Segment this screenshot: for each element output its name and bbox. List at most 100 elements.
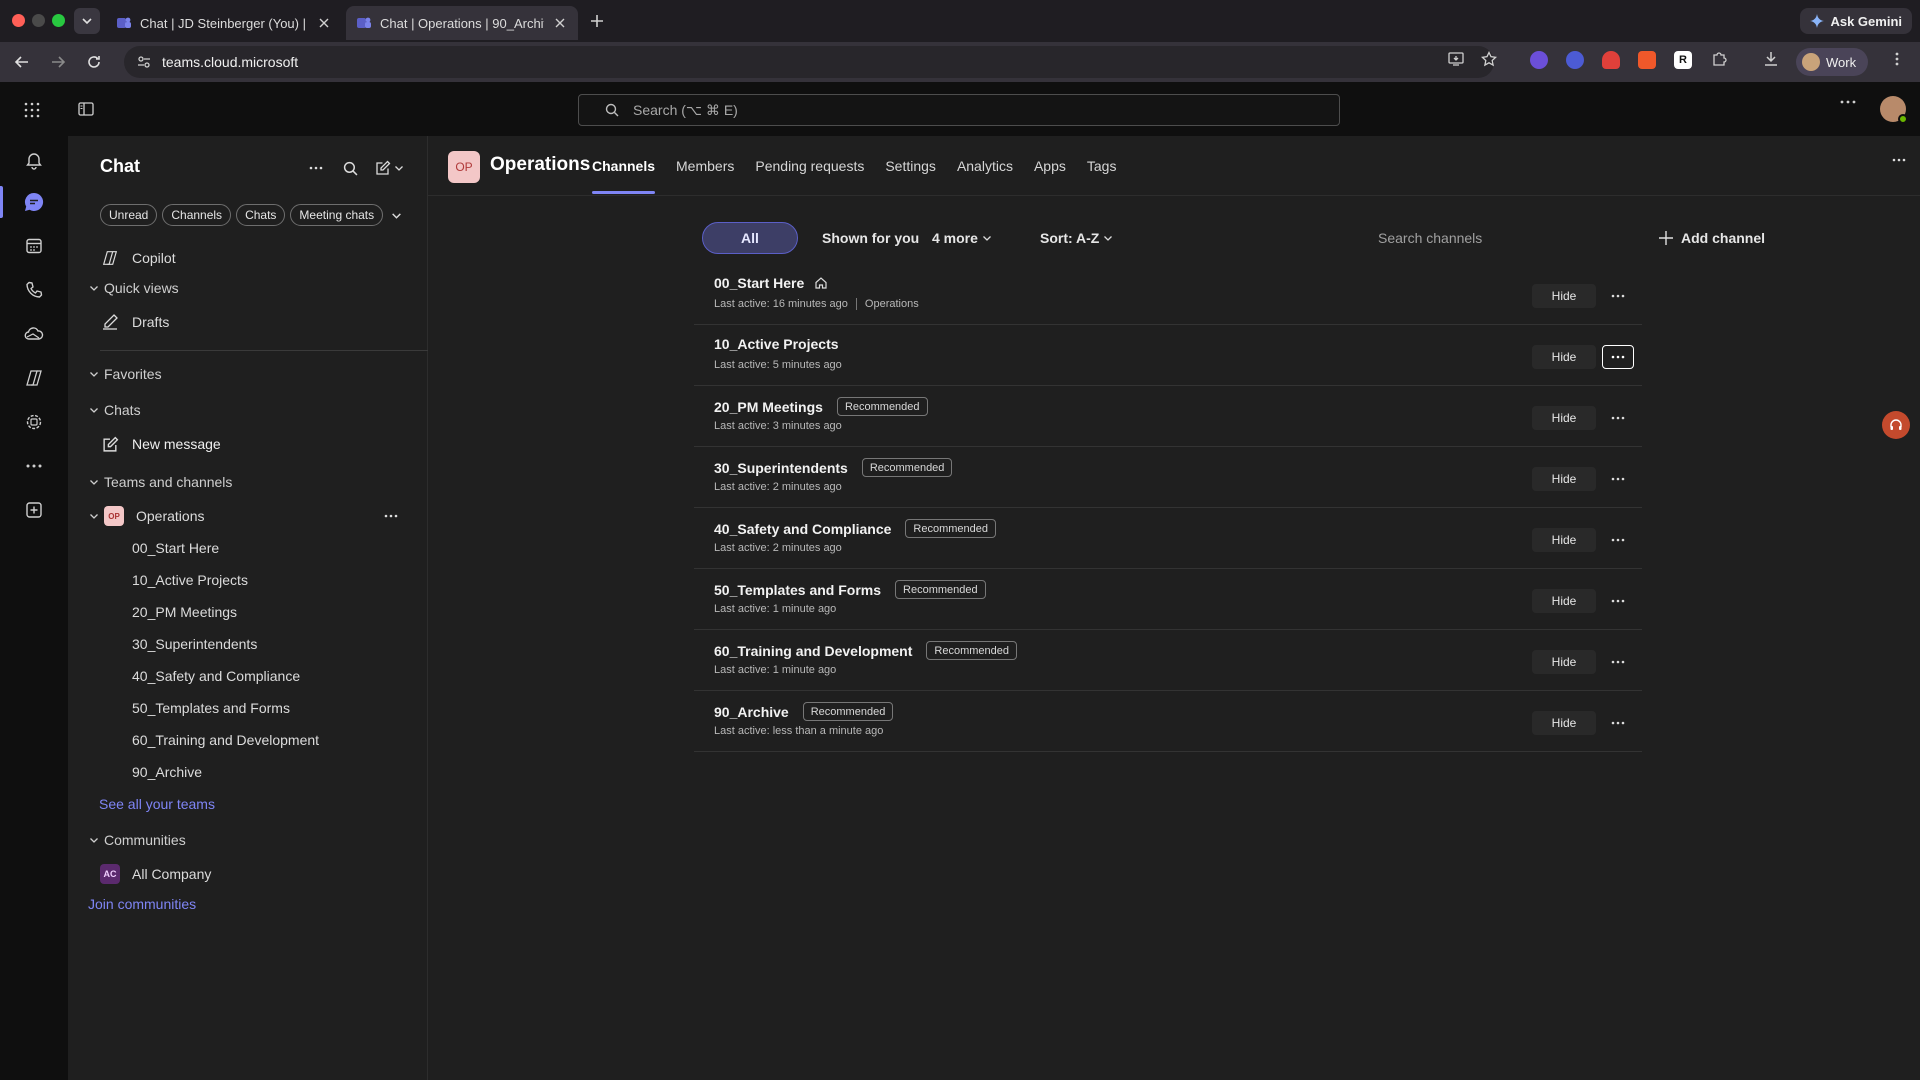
toggle-sidebar-button[interactable] (78, 102, 94, 116)
maximize-window-button[interactable] (52, 14, 65, 27)
sort-dropdown[interactable]: Sort: A-Z (1040, 222, 1113, 254)
tab-apps[interactable]: Apps (1034, 136, 1066, 196)
channel-row-60-training-and-development[interactable]: 60_Training and Development Recommended … (694, 630, 1642, 691)
downloads-button[interactable] (1762, 50, 1780, 68)
section-communities[interactable]: Communities (68, 826, 428, 854)
hide-channel-button[interactable]: Hide (1532, 528, 1596, 552)
forward-button[interactable] (48, 52, 68, 72)
channel-row-30-superintendents[interactable]: 30_Superintendents Recommended Last acti… (694, 447, 1642, 508)
app-launcher-button[interactable] (24, 102, 40, 118)
rail-calls[interactable] (20, 276, 48, 304)
filter-all-button[interactable]: All (702, 222, 798, 254)
channel-item-90-archive[interactable]: 90_Archive (68, 758, 428, 786)
channel-item-40-safety-and-compliance[interactable]: 40_Safety and Compliance (68, 662, 428, 690)
channel-item-60-training-and-development[interactable]: 60_Training and Development (68, 726, 428, 754)
channel-more-button[interactable] (1602, 650, 1634, 674)
tab-analytics[interactable]: Analytics (957, 136, 1013, 196)
community-item-all-company[interactable]: AC All Company (68, 860, 428, 888)
tab-settings[interactable]: Settings (885, 136, 936, 196)
hide-channel-button[interactable]: Hide (1532, 284, 1596, 308)
rail-more[interactable] (20, 452, 48, 480)
extension-1-icon[interactable] (1530, 51, 1548, 69)
tab-tags[interactable]: Tags (1087, 136, 1117, 196)
browser-tab-1[interactable]: Chat | JD Steinberger (You) | M (106, 6, 342, 40)
rail-add-apps[interactable] (20, 496, 48, 524)
ask-gemini-button[interactable]: Ask Gemini (1800, 8, 1912, 34)
reload-button[interactable] (84, 52, 104, 72)
channel-row-50-templates-and-forms[interactable]: 50_Templates and Forms Recommended Last … (694, 569, 1642, 630)
back-button[interactable] (12, 52, 32, 72)
channel-item-50-templates-and-forms[interactable]: 50_Templates and Forms (68, 694, 428, 722)
channel-item-10-active-projects[interactable]: 10_Active Projects (68, 566, 428, 594)
team-more-button[interactable] (1892, 158, 1906, 162)
extension-4-icon[interactable] (1638, 51, 1656, 69)
filter-chats[interactable]: Chats (236, 204, 286, 226)
hide-channel-button[interactable]: Hide (1532, 345, 1596, 369)
section-teams-and-channels[interactable]: Teams and channels (68, 468, 428, 496)
new-message-item[interactable]: New message (68, 430, 428, 458)
filter-more-dropdown[interactable]: 4 more (932, 222, 992, 254)
search-channels-field[interactable] (1378, 222, 1578, 254)
extension-2-icon[interactable] (1566, 51, 1584, 69)
chat-more-options-button[interactable] (306, 158, 326, 178)
hide-channel-button[interactable]: Hide (1532, 467, 1596, 491)
bookmark-button[interactable] (1480, 50, 1498, 68)
tab-members[interactable]: Members (676, 136, 734, 196)
section-quick-views[interactable]: Quick views (68, 274, 428, 302)
extension-r-icon[interactable]: R (1674, 51, 1692, 69)
tab-pending-requests[interactable]: Pending requests (755, 136, 864, 196)
drafts-item[interactable]: Drafts (68, 308, 428, 336)
install-app-button[interactable] (1447, 50, 1465, 68)
floating-support-button[interactable] (1882, 411, 1910, 439)
team-item-operations[interactable]: OP Operations (68, 502, 428, 530)
channel-item-30-superintendents[interactable]: 30_Superintendents (68, 630, 428, 658)
tab-search-button[interactable] (74, 8, 100, 34)
tab-channels[interactable]: Channels (592, 136, 656, 196)
channel-row-20-pm-meetings[interactable]: 20_PM Meetings Recommended Last active: … (694, 386, 1642, 447)
rail-copilot[interactable] (20, 364, 48, 392)
global-search[interactable] (578, 94, 1340, 126)
join-communities-link[interactable]: Join communities (68, 890, 428, 918)
hide-channel-button[interactable]: Hide (1532, 650, 1596, 674)
extension-3-icon[interactable] (1602, 51, 1620, 69)
new-tab-button[interactable] (586, 10, 608, 32)
channel-row-10-active-projects[interactable]: 10_Active Projects Last active: 5 minute… (694, 325, 1642, 386)
add-channel-button[interactable]: Add channel (1658, 222, 1765, 254)
rail-onedrive[interactable] (20, 320, 48, 348)
copilot-item[interactable]: Copilot (68, 244, 428, 272)
hide-channel-button[interactable]: Hide (1532, 711, 1596, 735)
settings-more-button[interactable] (1840, 100, 1856, 104)
profile-button[interactable]: Work (1796, 48, 1869, 76)
rail-calendar[interactable] (20, 232, 48, 260)
channel-more-button[interactable] (1602, 711, 1634, 735)
browser-tab-2[interactable]: Chat | Operations | 90_Archive (346, 6, 578, 40)
close-tab-button[interactable] (552, 15, 568, 31)
search-channels-input[interactable] (1378, 222, 1578, 254)
rail-apps[interactable] (20, 408, 48, 436)
channel-row-40-safety-and-compliance[interactable]: 40_Safety and Compliance Recommended Las… (694, 508, 1642, 569)
rail-chat[interactable] (20, 188, 48, 216)
minimize-window-button[interactable] (32, 14, 45, 27)
channel-row-00-start-here[interactable]: 00_Start Here Last active: 16 minutes ag… (694, 264, 1642, 325)
channel-more-button[interactable] (1602, 284, 1634, 308)
channel-row-90-archive[interactable]: 90_Archive Recommended Last active: less… (694, 691, 1642, 752)
rail-activity[interactable] (20, 146, 48, 174)
channel-more-button[interactable] (1602, 345, 1634, 369)
hide-channel-button[interactable]: Hide (1532, 406, 1596, 430)
new-chat-button[interactable] (372, 158, 406, 178)
filters-expand-button[interactable] (388, 207, 404, 223)
close-tab-button[interactable] (316, 15, 332, 31)
channel-item-00-start-here[interactable]: 00_Start Here (68, 534, 428, 562)
see-all-teams-link[interactable]: See all your teams (68, 790, 428, 818)
filter-channels[interactable]: Channels (162, 204, 232, 226)
user-avatar[interactable] (1880, 96, 1908, 124)
channel-more-button[interactable] (1602, 467, 1634, 491)
filter-shown-for-you-button[interactable]: Shown for you (822, 222, 919, 254)
channel-more-button[interactable] (1602, 589, 1634, 613)
filter-meeting-chats[interactable]: Meeting chats (290, 204, 384, 226)
chat-search-button[interactable] (340, 158, 360, 178)
search-input[interactable] (633, 102, 1233, 118)
channel-more-button[interactable] (1602, 528, 1634, 552)
site-info-icon[interactable] (136, 54, 152, 70)
channel-item-20-pm-meetings[interactable]: 20_PM Meetings (68, 598, 428, 626)
